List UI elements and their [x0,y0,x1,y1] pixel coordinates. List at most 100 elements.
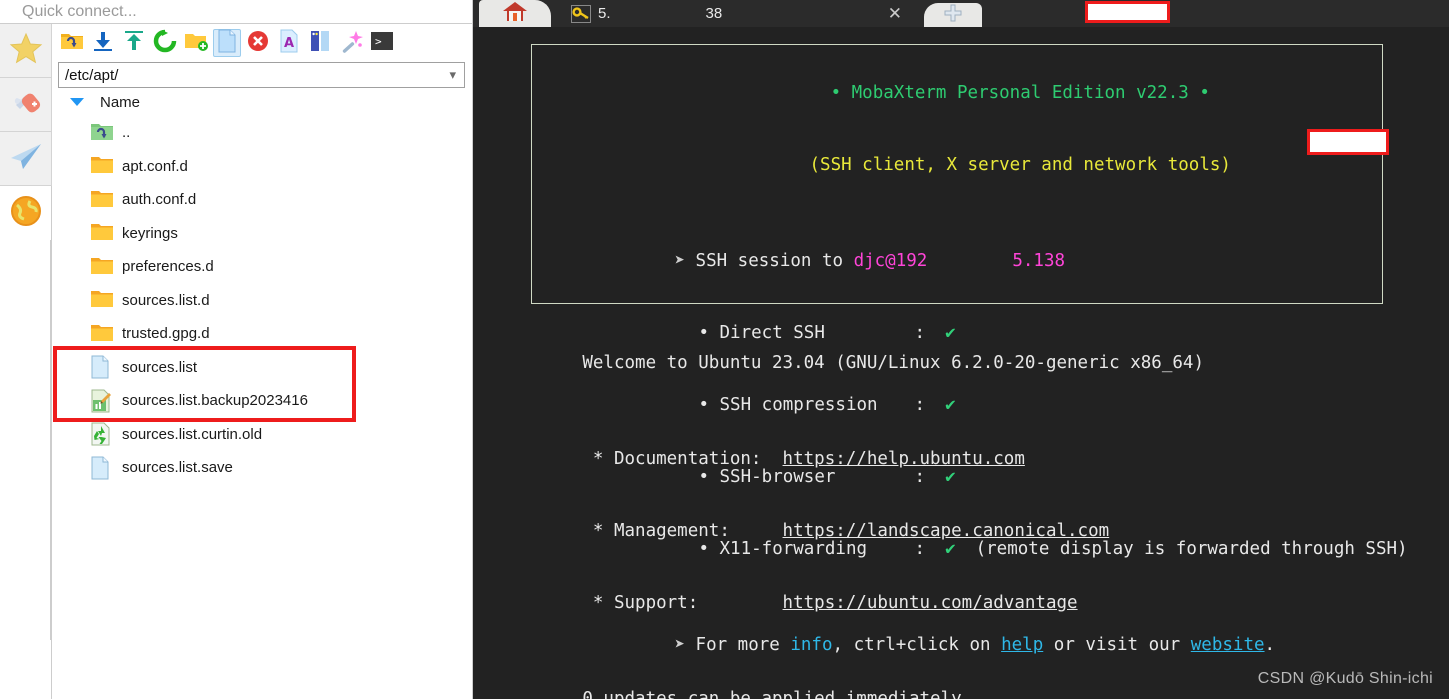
tab-home[interactable] [479,0,551,27]
folder-up-icon [60,30,84,57]
list-item[interactable]: sources.list.save [72,451,473,485]
list-item[interactable]: apt.conf.d [72,150,473,184]
refresh-button[interactable] [151,29,179,57]
support-url[interactable]: https://ubuntu.com/advantage [783,593,1078,613]
text-edit-button[interactable]: A [275,29,303,57]
upload-icon [122,30,146,57]
sort-descending-icon[interactable] [70,98,84,106]
terminal-icon: > [370,31,394,56]
terminal-output[interactable]: • MobaXterm Personal Edition v22.3 • (SS… [473,27,1449,699]
file-browser: A > /etc/apt/ ▾ Name .. apt.conf.d auth.… [52,24,473,699]
list-item[interactable]: sources.list.backup2023416 [72,384,473,418]
banner-session-tail: 5.138 [1012,251,1066,271]
new-folder-button[interactable] [182,29,210,57]
folder-icon [90,188,114,212]
banner-title: • MobaXterm Personal Edition v22.3 • [830,83,1210,103]
paper-plane-icon [9,141,43,176]
folder-icon [90,255,114,279]
column-header: Name [52,88,473,116]
list-item[interactable]: .. [72,116,473,150]
plus-icon [943,3,963,28]
sidebar-item-tools[interactable] [0,78,52,132]
file-name: sources.list.d [122,291,210,309]
download-icon [91,30,115,57]
welcome-text: Welcome to Ubuntu 23.04 (GNU/Linux 6.2.0… [582,353,1204,373]
banner-session-user: djc@192 [853,251,928,271]
upload-button[interactable] [120,29,148,57]
list-item[interactable]: trusted.gpg.d [72,317,473,351]
sftp-browser-panel: Quick connect... A > /etc/apt/ ▾ Name ..… [0,0,473,699]
mobaxterm-banner: • MobaXterm Personal Edition v22.3 • (SS… [531,44,1408,655]
script-file-icon [90,389,114,413]
sidebar-item-macros[interactable] [0,186,52,240]
quick-connect-bar[interactable]: Quick connect... [0,0,473,24]
banner-subtitle: (SSH client, X server and network tools) [809,155,1231,175]
list-item[interactable]: keyrings [72,217,473,251]
refresh-icon [153,29,177,58]
mgmt-url[interactable]: https://landscape.canonical.com [783,521,1110,541]
file-name: .. [122,124,131,142]
parent-folder-button[interactable] [58,29,86,57]
mgmt-link-line: * Management: https://landscape.canonica… [473,495,1449,567]
column-header-name[interactable]: Name [100,94,140,111]
file-name: sources.list.curtin.old [122,425,263,443]
open-terminal-button[interactable]: > [368,29,396,57]
new-tab-button[interactable] [924,3,982,27]
new-file-button[interactable] [213,29,241,57]
list-item[interactable]: auth.conf.d [72,183,473,217]
sidebar-item-sessions[interactable] [0,132,52,186]
file-name: sources.list [122,358,198,376]
file-icon [90,456,114,480]
file-name: auth.conf.d [122,191,197,209]
magic-wand-icon [339,29,363,58]
mgmt-label: * Management: [582,521,783,541]
mobaxterm-window: Quick connect... A > /etc/apt/ ▾ Name ..… [0,0,1449,699]
close-icon[interactable]: ✕ [888,4,902,24]
doc-url[interactable]: https://help.ubuntu.com [783,449,1025,469]
sidebar-rail [0,24,52,699]
chevron-down-icon[interactable]: ▾ [449,67,460,83]
left-body: A > /etc/apt/ ▾ Name .. apt.conf.d auth.… [0,24,473,699]
key-icon [571,4,591,23]
file-list: .. apt.conf.d auth.conf.d keyrings prefe… [52,116,473,485]
support-link-line: * Support: https://ubuntu.com/advantage [473,567,1449,639]
delete-icon [246,29,270,58]
file-name: preferences.d [122,258,214,276]
delete-button[interactable] [244,29,272,57]
welcome-line: Welcome to Ubuntu 23.04 (GNU/Linux 6.2.0… [473,327,1449,399]
list-item[interactable]: sources.list [72,351,473,385]
tab-label-suffix: 38 [705,5,723,22]
quick-connect-placeholder: Quick connect... [22,2,137,20]
list-item[interactable]: sources.list.d [72,284,473,318]
banner-arrow-icon: ➤ [674,251,685,271]
tab-label-prefix: 5. [598,5,611,22]
split-view-button[interactable] [306,29,334,57]
sftp-toolbar: A > [52,24,473,62]
updates-text: 0 updates can be applied immediately. [582,689,973,699]
download-button[interactable] [89,29,117,57]
svg-text:>: > [375,35,382,48]
terminal-panel: 5. 38 ✕ • MobaXterm Personal Edition v22… [473,0,1449,699]
redaction-box-tab-title [1085,1,1170,23]
redaction-box-ssh-ip [1307,129,1389,155]
folder-icon [90,288,114,312]
folder-icon [90,221,114,245]
folder-icon [90,154,114,178]
file-icon [90,355,114,379]
doc-label: * Documentation: [582,449,783,469]
list-item[interactable]: preferences.d [72,250,473,284]
magic-wand-button[interactable] [337,29,365,57]
star-icon [9,32,43,70]
list-item[interactable]: sources.list.curtin.old [72,418,473,452]
file-name: keyrings [122,224,178,242]
address-bar[interactable]: /etc/apt/ ▾ [58,62,465,88]
globe-icon [10,195,42,232]
sidebar-item-favorites[interactable] [0,24,52,78]
banner-session-prefix: SSH session to [695,251,854,271]
file-name: trusted.gpg.d [122,325,210,343]
tab-session[interactable]: 5. 38 ✕ [551,0,916,27]
svg-text:A: A [284,36,294,51]
file-name: apt.conf.d [122,157,188,175]
swiss-knife-icon [10,86,42,123]
file-name: sources.list.save [122,459,233,477]
